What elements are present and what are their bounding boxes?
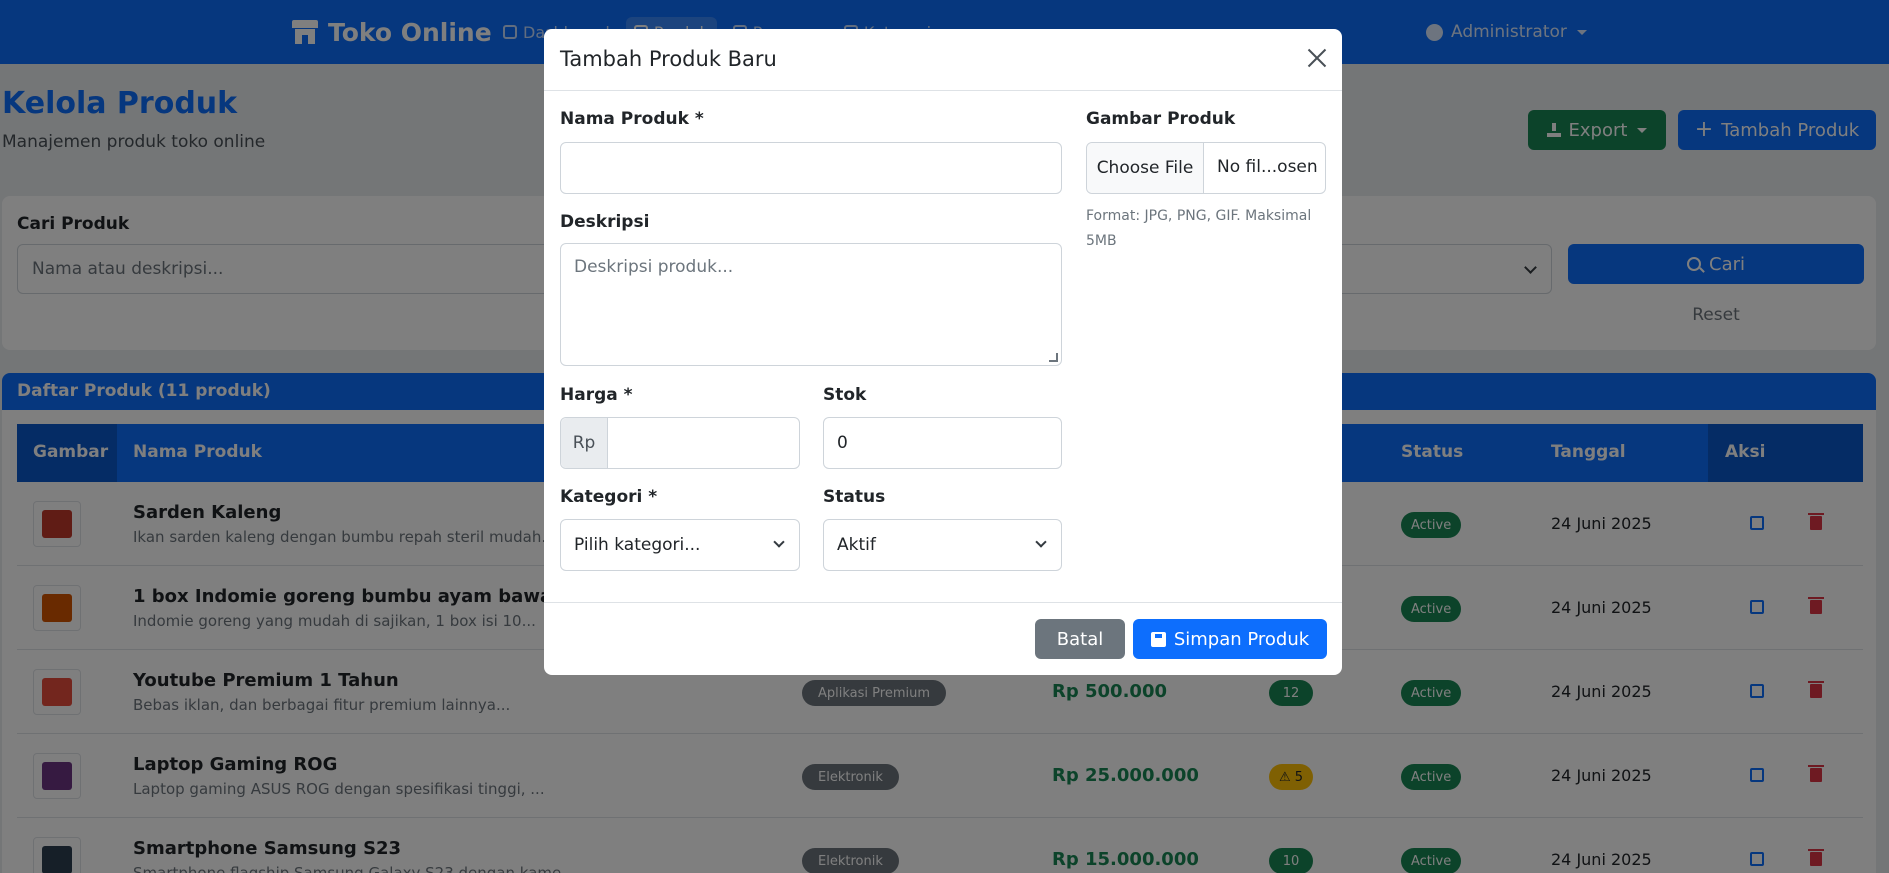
category-select[interactable]: Pilih kategori...	[560, 519, 800, 571]
file-help-text: Format: JPG, PNG, GIF. Maksimal 5MB	[1086, 208, 1312, 249]
modal-title: Tambah Produk Baru	[560, 47, 777, 71]
close-icon[interactable]	[1306, 47, 1328, 69]
image-label: Gambar Produk	[1086, 109, 1236, 129]
currency-prefix: Rp	[561, 418, 608, 468]
status-select[interactable]: Aktif	[823, 519, 1062, 571]
save-product-button[interactable]: Simpan Produk	[1133, 619, 1327, 659]
choose-file-button[interactable]: Choose File	[1087, 143, 1204, 193]
modal-footer: Batal Simpan Produk	[544, 602, 1342, 675]
stock-label: Stok	[823, 385, 867, 405]
save-product-label: Simpan Produk	[1173, 628, 1310, 650]
status-selected: Aktif	[837, 535, 876, 555]
floppy-disk-icon	[1150, 631, 1166, 647]
category-selected: Pilih kategori...	[574, 535, 701, 555]
file-input[interactable]: Choose File No fil...osen	[1086, 142, 1326, 194]
description-placeholder: Deskripsi produk...	[574, 257, 734, 277]
price-input-group[interactable]: Rp	[560, 417, 800, 469]
chevron-down-icon	[1035, 536, 1047, 548]
price-label: Harga *	[560, 385, 633, 405]
product-name-label: Nama Produk *	[560, 109, 704, 129]
status-label: Status	[823, 487, 886, 507]
category-label: Kategori *	[560, 487, 658, 507]
modal-header: Tambah Produk Baru	[544, 29, 1342, 91]
file-name: No fil...osen	[1217, 157, 1318, 177]
chevron-down-icon	[773, 536, 785, 548]
resize-handle-icon[interactable]	[1049, 353, 1058, 362]
product-name-input[interactable]	[560, 142, 1062, 194]
cancel-button[interactable]: Batal	[1035, 619, 1125, 659]
description-textarea[interactable]: Deskripsi produk...	[560, 243, 1062, 366]
add-product-modal: Tambah Produk Baru Nama Produk * Deskrip…	[544, 29, 1342, 675]
stock-input[interactable]: 0	[823, 417, 1062, 469]
description-label: Deskripsi	[560, 212, 650, 232]
